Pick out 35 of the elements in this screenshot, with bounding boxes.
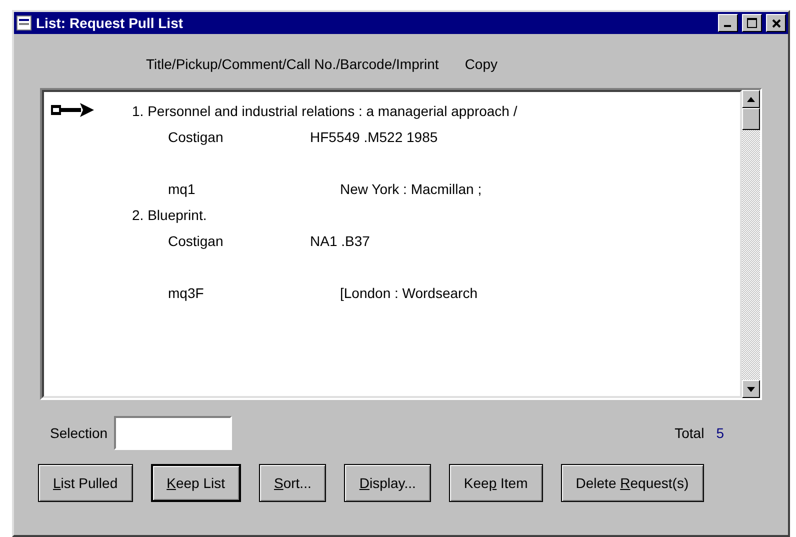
pickup-location: Costigan <box>168 129 224 145</box>
column-header: Title/Pickup/Comment/Call No./Barcode/Imprint <box>146 56 439 74</box>
pickup-location: Costigan <box>168 233 224 249</box>
call-number: NA1 .B37 <box>310 233 370 249</box>
scroll-up-button[interactable] <box>742 90 760 108</box>
call-number: HF5549 .M522 1985 <box>310 129 438 145</box>
window-title: List: Request Pull List <box>36 15 184 31</box>
comment: mq1 <box>168 181 196 197</box>
scroll-thumb[interactable] <box>742 108 760 130</box>
action-button[interactable]: Display... <box>344 464 431 502</box>
scrollbar[interactable] <box>742 90 760 398</box>
column-header: Copy <box>464 56 498 74</box>
imprint: [London : Wordsearch <box>340 285 478 301</box>
maximize-button[interactable] <box>742 14 762 32</box>
action-button[interactable]: Sort... <box>259 464 326 502</box>
action-button[interactable]: Delete Request(s) <box>560 464 704 502</box>
imprint: New York : Macmillan ; <box>340 181 482 197</box>
item-title: 1. Personnel and industrial relations : a managerial approach / <box>132 103 518 119</box>
selection-field[interactable] <box>114 416 232 450</box>
request-list[interactable]: 1. Personnel and industrial relations : a managerial approach / Costigan HF5549 .M522 1985 mq1 New York : Macmillan ; 2. Blueprint. Costigan NA1 .B37 mq3F [London : Wordsearch <box>42 90 742 398</box>
total-label: Total <box>674 425 704 441</box>
scroll-down-button[interactable] <box>742 380 760 398</box>
action-button[interactable]: Keep List <box>150 464 241 502</box>
minimize-button[interactable] <box>718 14 738 32</box>
close-icon <box>772 18 780 28</box>
item-title: 2. Blueprint. <box>132 207 207 223</box>
maximize-icon <box>747 18 757 28</box>
close-button[interactable] <box>766 14 786 32</box>
up-arrow-icon <box>747 96 755 102</box>
comment: mq3F <box>168 285 205 301</box>
action-button[interactable]: Keep Item <box>448 464 543 502</box>
down-arrow-icon <box>747 386 755 392</box>
action-button[interactable]: List Pulled <box>38 464 133 502</box>
selection-label: Selection <box>50 425 108 441</box>
total-count: 5 <box>716 425 724 441</box>
